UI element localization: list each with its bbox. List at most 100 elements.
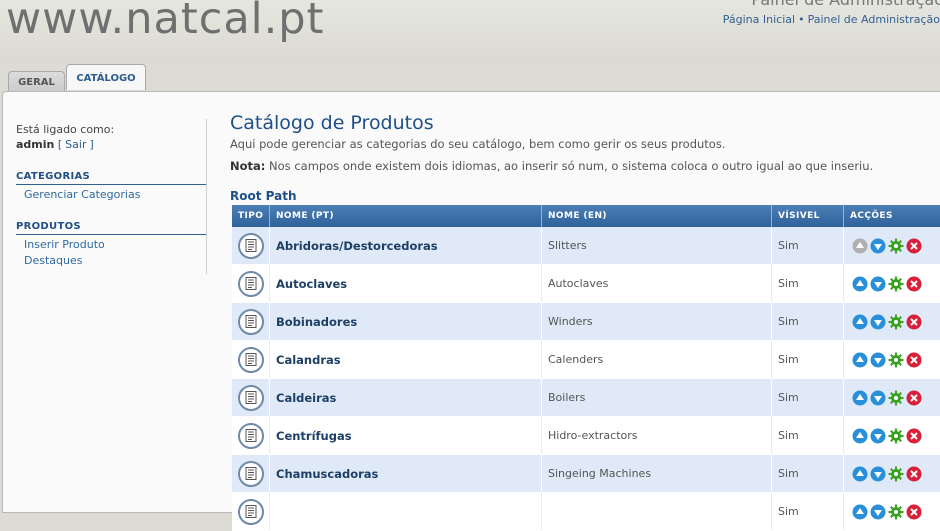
gear-icon[interactable]	[888, 352, 904, 368]
home-link[interactable]: Página Inicial	[723, 13, 795, 26]
gear-icon[interactable]	[888, 314, 904, 330]
name-pt-cell[interactable]: Calandras	[270, 341, 542, 378]
admin-panel-link[interactable]: Painel de Administração	[808, 13, 940, 26]
type-cell	[232, 303, 270, 340]
visible-cell: Sim	[772, 455, 844, 492]
arrow-up-icon[interactable]	[852, 428, 868, 444]
arrow-up-icon[interactable]	[852, 466, 868, 482]
table-row: Autoclaves Autoclaves Sim	[232, 265, 940, 303]
gear-icon[interactable]	[888, 428, 904, 444]
arrow-down-icon[interactable]	[870, 428, 886, 444]
document-icon[interactable]	[238, 460, 264, 487]
arrow-down-icon[interactable]	[870, 352, 886, 368]
delete-icon[interactable]	[906, 466, 922, 482]
actions-cell	[844, 303, 940, 340]
visible-cell: Sim	[772, 417, 844, 454]
name-pt-cell[interactable]: Abridoras/Destorcedoras	[270, 227, 542, 264]
document-icon[interactable]	[238, 422, 264, 449]
name-pt-cell[interactable]: Centrífugas	[270, 417, 542, 454]
actions-cell	[844, 379, 940, 416]
actions-cell	[844, 455, 940, 492]
actions-cell	[844, 417, 940, 454]
arrow-up-icon[interactable]	[852, 390, 868, 406]
gear-icon[interactable]	[888, 276, 904, 292]
arrow-down-icon[interactable]	[870, 504, 886, 520]
sidebar-item-destaques[interactable]: Destaques	[16, 254, 206, 267]
sidebar-heading-produtos: PRODUTOS	[16, 221, 206, 235]
delete-icon[interactable]	[906, 428, 922, 444]
name-pt-cell[interactable]: Caldeiras	[270, 379, 542, 416]
page-title: Catálogo de Produtos	[230, 112, 434, 134]
logout-link[interactable]: Sair	[65, 138, 86, 151]
name-en-cell: Hidro-extractors	[542, 417, 772, 454]
table-row: Chamuscadoras Singeing Machines Sim	[232, 455, 940, 493]
name-pt-cell[interactable]: Bobinadores	[270, 303, 542, 340]
arrow-up-icon[interactable]	[852, 504, 868, 520]
actions-cell	[844, 227, 940, 264]
document-icon[interactable]	[238, 346, 264, 373]
sidebar-divider	[206, 119, 207, 274]
delete-icon[interactable]	[906, 276, 922, 292]
login-status: admin [Sair]	[16, 138, 206, 151]
type-cell	[232, 265, 270, 302]
main-content: Catálogo de Produtos Aqui pode gerenciar…	[230, 112, 873, 203]
type-cell	[232, 227, 270, 264]
column-header-tipo: TIPO	[232, 205, 270, 227]
delete-icon[interactable]	[906, 390, 922, 406]
actions-cell	[844, 341, 940, 378]
column-header-visivel: VÍSIVEL	[772, 205, 844, 227]
delete-icon[interactable]	[906, 314, 922, 330]
header-links: Página Inicial • Painel de Administração	[723, 13, 940, 26]
delete-icon[interactable]	[906, 238, 922, 254]
sidebar-item-inserir-produto[interactable]: Inserir Produto	[16, 238, 206, 251]
gear-icon[interactable]	[888, 390, 904, 406]
arrow-down-icon[interactable]	[870, 276, 886, 292]
actions-cell	[844, 493, 940, 530]
name-pt-cell[interactable]	[270, 493, 542, 530]
table-row: Centrífugas Hidro-extractors Sim	[232, 417, 940, 455]
type-cell	[232, 455, 270, 492]
delete-icon[interactable]	[906, 352, 922, 368]
root-path[interactable]: Root Path	[230, 189, 873, 203]
name-en-cell: Winders	[542, 303, 772, 340]
name-pt-cell[interactable]: Autoclaves	[270, 265, 542, 302]
name-pt-cell[interactable]: Chamuscadoras	[270, 455, 542, 492]
name-en-cell: Singeing Machines	[542, 455, 772, 492]
arrow-down-icon[interactable]	[870, 466, 886, 482]
gear-icon[interactable]	[888, 238, 904, 254]
document-icon[interactable]	[238, 270, 264, 297]
column-header-nome-en: NOME (EN)	[542, 205, 772, 227]
table-header: TIPO NOME (PT) NOME (EN) VÍSIVEL ACÇÕES	[232, 205, 940, 227]
arrow-up-icon[interactable]	[852, 352, 868, 368]
table-row: Caldeiras Boilers Sim	[232, 379, 940, 417]
arrow-down-icon[interactable]	[870, 314, 886, 330]
page-note: Nota: Nos campos onde existem dois idiom…	[230, 159, 873, 173]
arrow-up-icon[interactable]	[852, 276, 868, 292]
visible-cell: Sim	[772, 227, 844, 264]
gear-icon[interactable]	[888, 466, 904, 482]
gear-icon[interactable]	[888, 504, 904, 520]
column-header-nome-pt: NOME (PT)	[270, 205, 542, 227]
sidebar-item-gerenciar-categorias[interactable]: Gerenciar Categorias	[16, 188, 206, 201]
table-row: Sim	[232, 493, 940, 531]
document-icon[interactable]	[238, 232, 264, 259]
visible-cell: Sim	[772, 493, 844, 530]
type-cell	[232, 493, 270, 530]
type-cell	[232, 379, 270, 416]
arrow-up-icon[interactable]	[852, 314, 868, 330]
name-en-cell: Autoclaves	[542, 265, 772, 302]
username: admin	[16, 138, 55, 151]
arrow-down-icon[interactable]	[870, 238, 886, 254]
delete-icon[interactable]	[906, 504, 922, 520]
arrow-down-icon[interactable]	[870, 390, 886, 406]
sidebar-heading-categorias: CATEGORIAS	[16, 171, 206, 185]
actions-cell	[844, 265, 940, 302]
name-en-cell: Slitters	[542, 227, 772, 264]
link-separator: •	[798, 13, 805, 26]
column-header-accoes: ACÇÕES	[850, 211, 893, 221]
document-icon[interactable]	[238, 308, 264, 335]
site-logo[interactable]: www.natcal.pt	[6, 0, 324, 44]
document-icon[interactable]	[238, 384, 264, 411]
tab-catalogo[interactable]: CATÁLOGO	[66, 64, 146, 90]
document-icon[interactable]	[238, 498, 264, 525]
